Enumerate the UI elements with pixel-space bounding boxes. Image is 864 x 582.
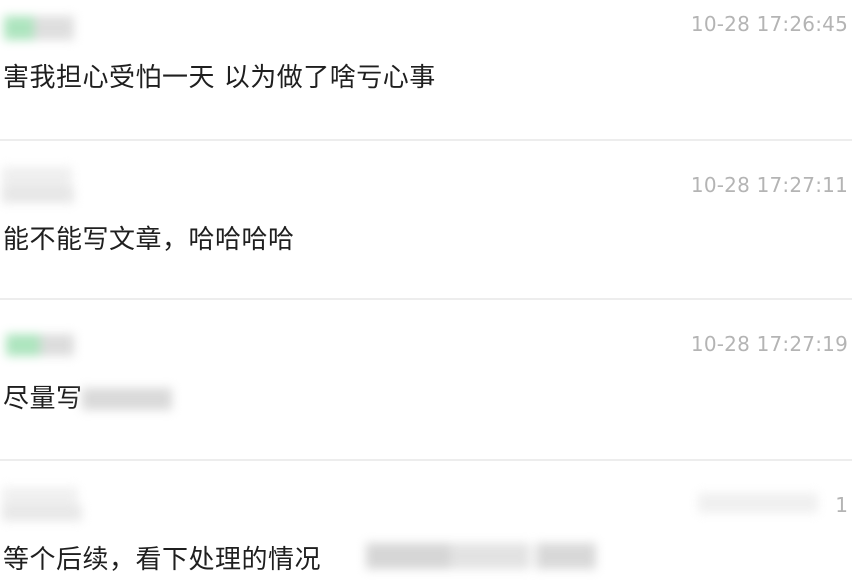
comment-timestamp: 10-28 17:27:11: [690, 173, 848, 197]
comment-timestamp: 10-28 17:26:45: [690, 12, 848, 36]
blurred-like-area: [688, 483, 838, 523]
blurred-text: [332, 529, 612, 579]
comment-item: 1 等个后续，看下处理的情况: [0, 461, 864, 582]
comment-item: 10-28 17:27:11 能不能写文章，哈哈哈哈: [0, 141, 864, 299]
comment-item: 10-28 17:26:45 害我担心受怕一天 以为做了啥亏心事: [0, 0, 864, 140]
comment-text-visible: 尽量写: [3, 384, 83, 414]
blurred-username: [0, 330, 100, 366]
blurred-username: [0, 467, 160, 525]
blurred-username: [0, 163, 145, 207]
comment-item: 10-28 17:27:19 尽量写: [0, 300, 864, 460]
blurred-username: [0, 10, 92, 44]
comment-text-visible: 等个后续，看下处理的情况: [3, 545, 322, 575]
comment-text: 能不能写文章，哈哈哈哈: [3, 225, 295, 255]
comment-list: 10-28 17:26:45 害我担心受怕一天 以为做了啥亏心事 10-28 1…: [0, 0, 864, 582]
comment-text: 害我担心受怕一天 以为做了啥亏心事: [3, 63, 436, 93]
comment-timestamp: 10-28 17:27:19: [690, 332, 848, 356]
blurred-text: [82, 372, 200, 416]
like-count[interactable]: 1: [835, 493, 848, 517]
comment-text: 尽量写: [3, 378, 83, 415]
comment-text: 等个后续，看下处理的情况: [3, 539, 321, 576]
